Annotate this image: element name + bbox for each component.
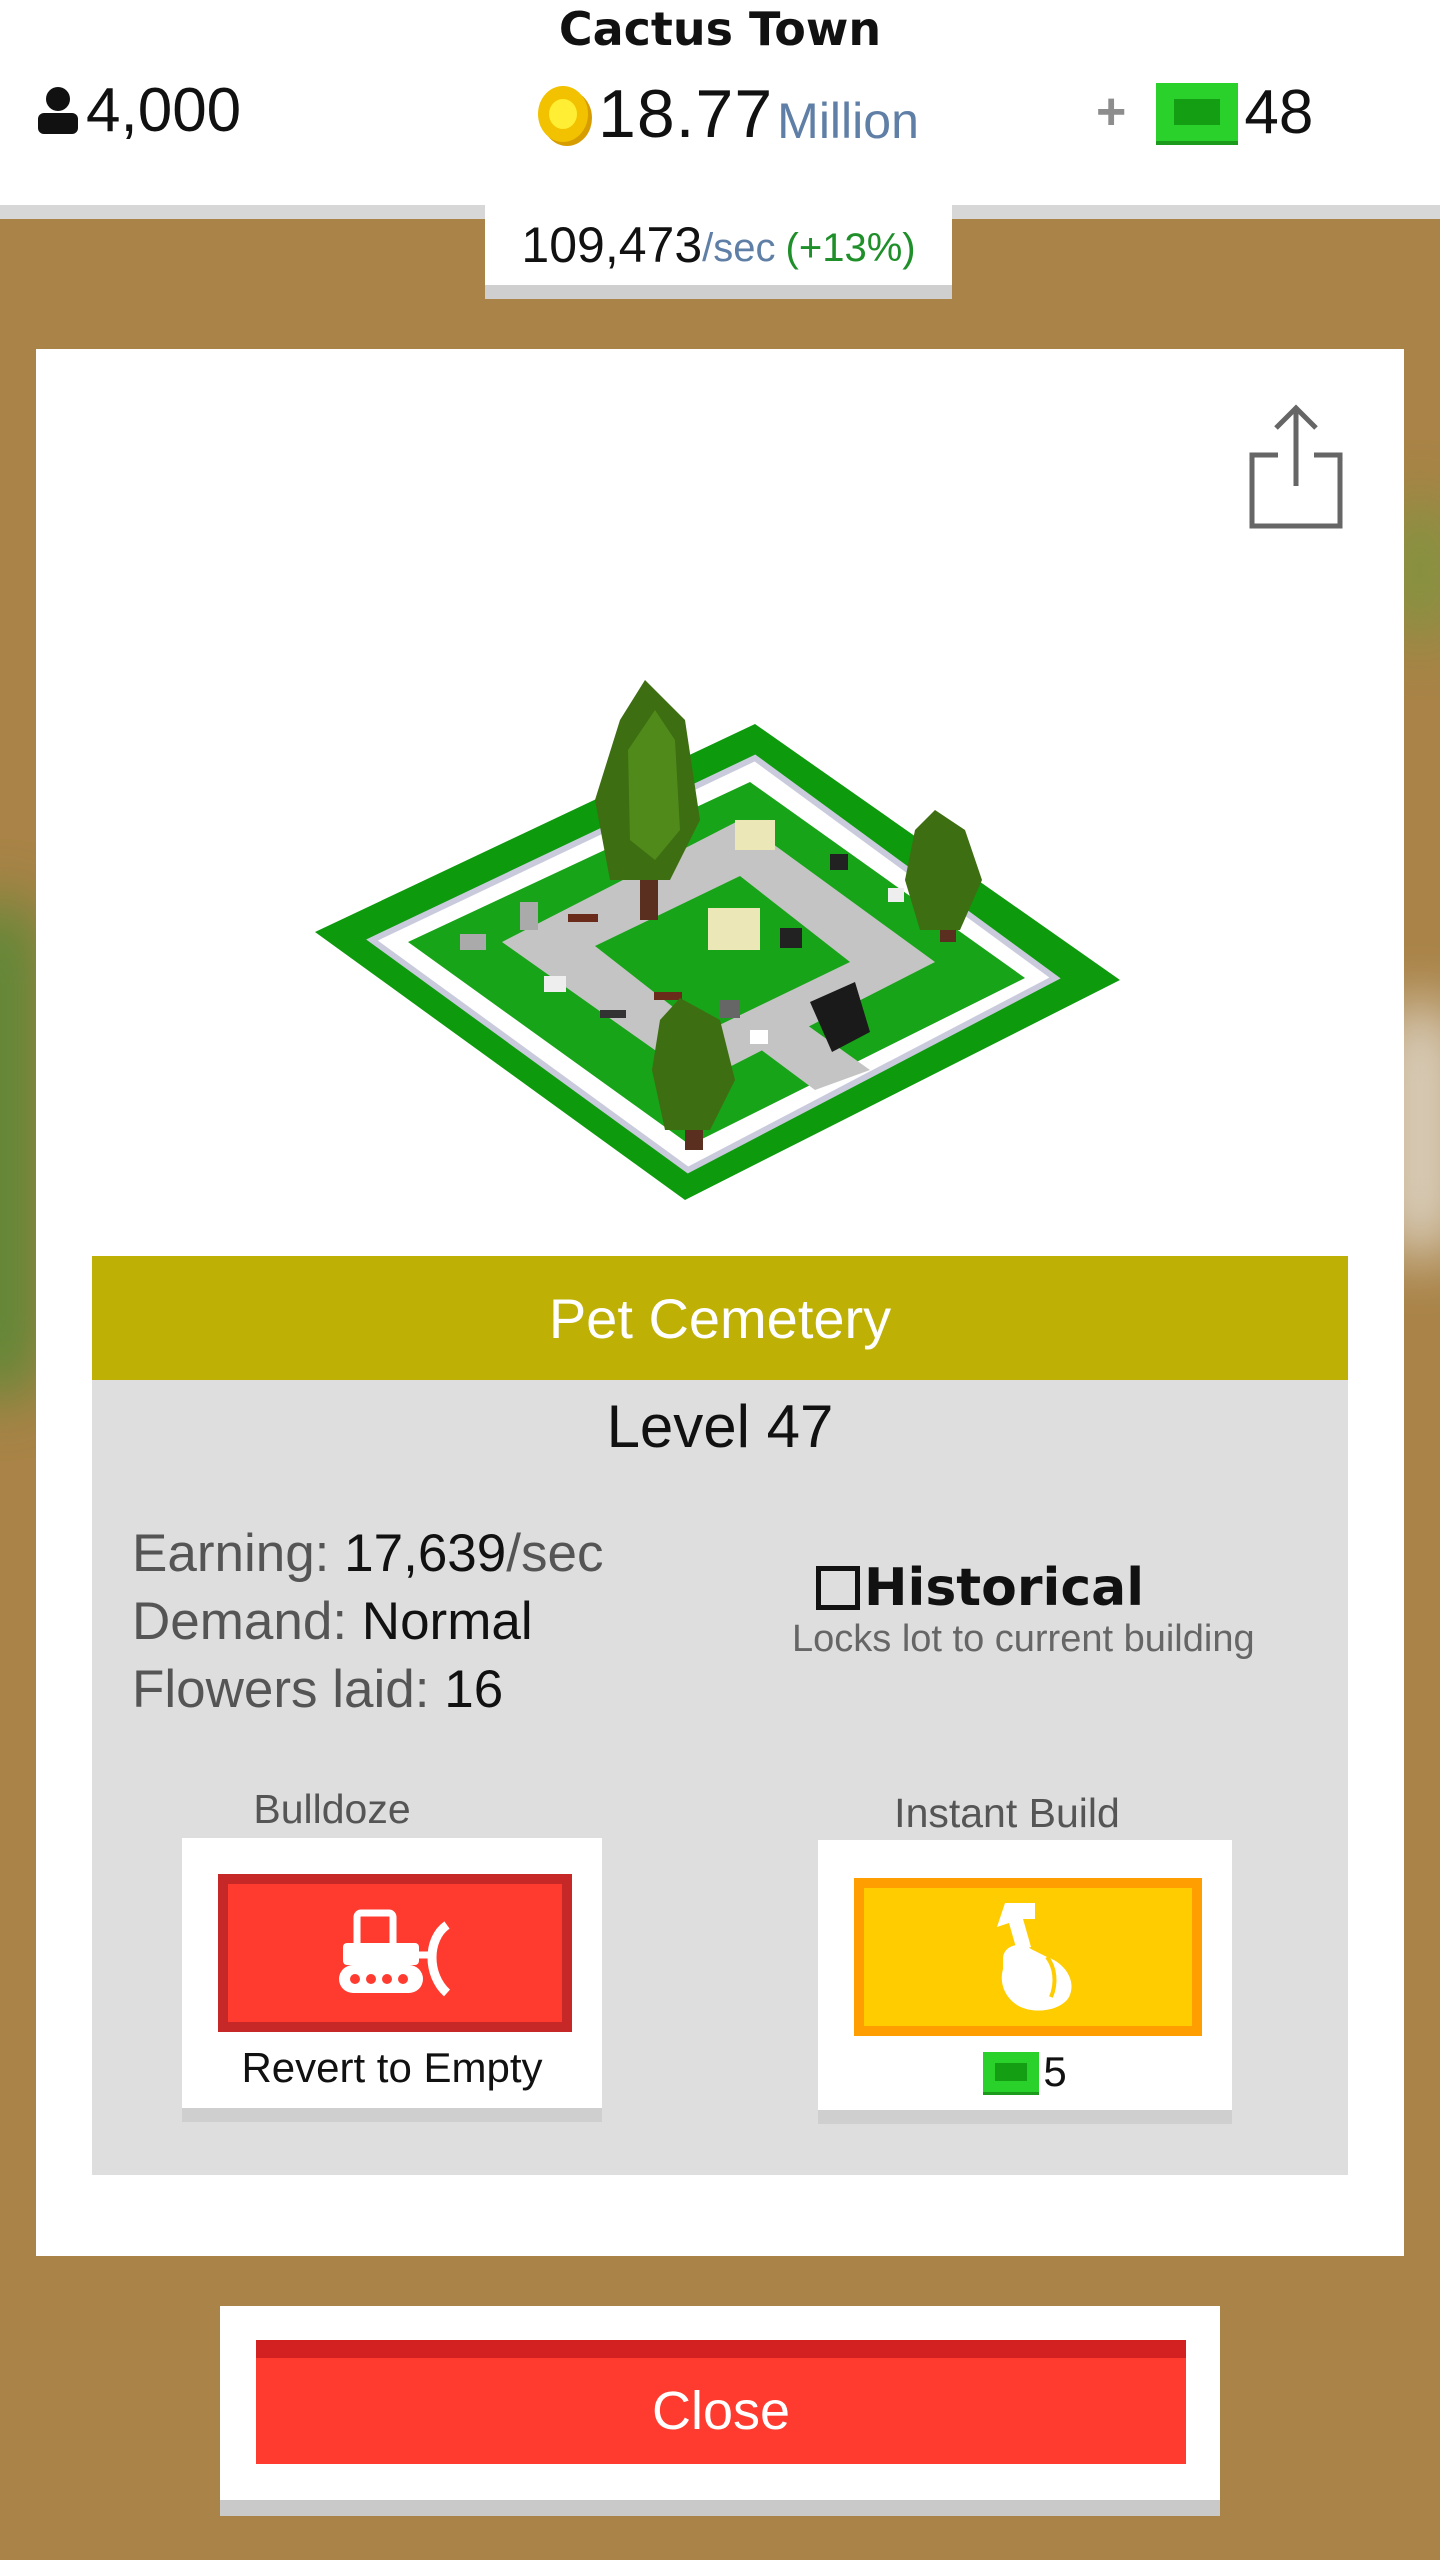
flowers-row: Flowers laid: 16 xyxy=(132,1656,603,1724)
share-icon[interactable] xyxy=(1246,400,1346,530)
demand-value: Normal xyxy=(361,1592,533,1651)
building-stats: Earning: 17,639/sec Demand: Normal Flowe… xyxy=(132,1520,603,1724)
bulldoze-label: Bulldoze xyxy=(253,1786,411,1832)
instant-build-card: 5 xyxy=(818,1840,1232,2110)
close-card: Close xyxy=(220,2306,1220,2500)
gem-counter[interactable]: + 48 xyxy=(1096,72,1313,152)
background-terrain xyxy=(0,900,40,1400)
gem-icon xyxy=(1156,83,1239,141)
building-preview-image xyxy=(315,680,1120,1200)
town-name: Cactus Town xyxy=(558,2,882,56)
person-icon xyxy=(38,87,78,134)
gem-count: 48 xyxy=(1244,77,1314,147)
close-button[interactable]: Close xyxy=(256,2340,1186,2464)
flowers-label: Flowers laid: xyxy=(132,1660,430,1719)
instant-build-label: Instant Build xyxy=(894,1790,1120,1836)
instant-build-cost-value: 5 xyxy=(1043,2048,1067,2095)
earning-unit: /sec xyxy=(506,1524,604,1583)
hammer-hand-icon xyxy=(997,1903,1072,2011)
building-title-bar: Pet Cemetery xyxy=(92,1256,1348,1380)
income-rate-unit: /sec xyxy=(702,225,776,270)
population-counter: 4,000 xyxy=(36,70,241,150)
earning-value: 17,639 xyxy=(344,1524,507,1583)
top-bar: Cactus Town 4,000 18.77 Million + 48 xyxy=(0,0,1440,205)
gem-icon xyxy=(983,2052,1040,2092)
income-rate-bonus: (+13%) xyxy=(785,225,916,270)
building-name: Pet Cemetery xyxy=(548,1286,892,1350)
demand-label: Demand: xyxy=(132,1592,348,1651)
historical-label[interactable]: Historical xyxy=(864,1558,1144,1618)
historical-checkbox[interactable] xyxy=(816,1566,860,1610)
income-rate: 109,473 /sec (+13%) xyxy=(485,205,952,299)
instant-build-button[interactable] xyxy=(854,1878,1202,2036)
demand-row: Demand: Normal xyxy=(132,1588,603,1656)
building-level: Level 47 xyxy=(606,1393,834,1460)
close-label: Close xyxy=(651,2381,791,2441)
bulldozer-icon xyxy=(339,1909,451,1997)
money-counter: 18.77 Million xyxy=(538,74,919,154)
building-info: Level 47 Earning: 17,639/sec Demand: Nor… xyxy=(92,1380,1348,2175)
buy-gems-plus[interactable]: + xyxy=(1096,82,1126,142)
instant-build-cost: 5 xyxy=(818,2048,1232,2096)
bulldoze-button[interactable] xyxy=(218,1874,572,2032)
flowers-value: 16 xyxy=(444,1660,504,1719)
bulldoze-card: Revert to Empty xyxy=(182,1838,602,2108)
earning-row: Earning: 17,639/sec xyxy=(132,1520,603,1588)
historical-toggle[interactable]: Historical xyxy=(816,1558,1144,1618)
money-unit: Million xyxy=(777,93,919,149)
coin-icon xyxy=(538,86,588,142)
income-rate-value: 109,473 xyxy=(521,217,703,273)
money-amount: 18.77 xyxy=(598,76,774,152)
historical-description: Locks lot to current building xyxy=(792,1618,1255,1660)
earning-label: Earning: xyxy=(132,1524,330,1583)
bulldoze-caption: Revert to Empty xyxy=(241,2044,543,2091)
population-value: 4,000 xyxy=(86,75,242,145)
